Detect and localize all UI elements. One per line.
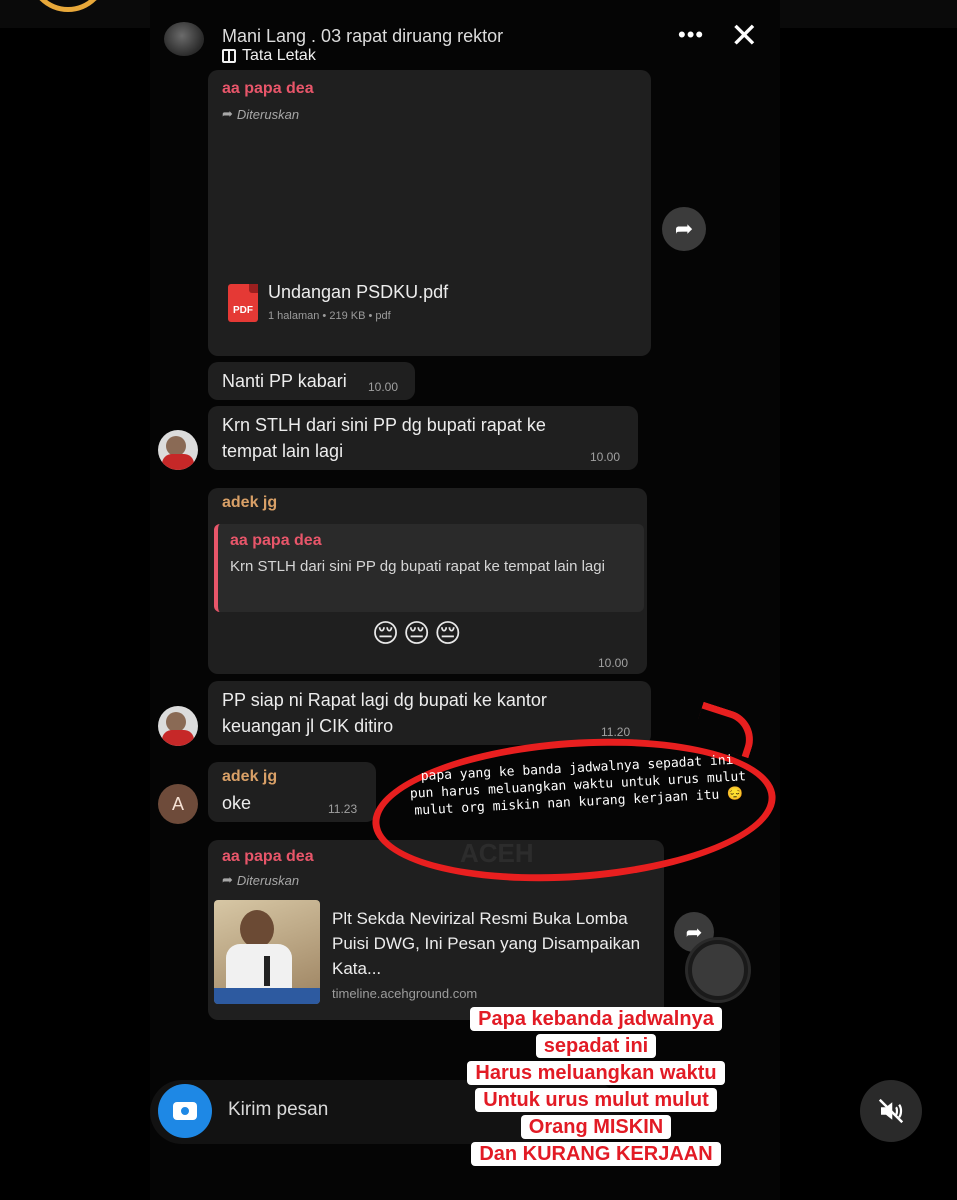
chat-title[interactable]: Mani Lang . 03 rapat diruang rektor xyxy=(222,26,503,47)
chat-header: Mani Lang . 03 rapat diruang rektor Tata… xyxy=(160,17,780,70)
sender-avatar[interactable]: A xyxy=(158,784,198,824)
link-thumbnail[interactable] xyxy=(214,900,320,1004)
message-text: oke xyxy=(222,793,252,813)
sender-name: aa papa dea xyxy=(222,80,314,97)
message-bubble[interactable]: Krn STLH dari sini PP dg bupati rapat ke… xyxy=(208,406,638,470)
message-forwarded-pdf[interactable]: aa papa dea ➦ Diteruskan PDF Undangan PS… xyxy=(208,70,651,356)
link-domain: timeline.acehground.com xyxy=(332,986,478,1001)
forward-arrow-icon: ➦ xyxy=(222,106,233,121)
sender-name: aa papa dea xyxy=(222,848,314,865)
quoted-sender: aa papa dea xyxy=(230,532,322,549)
message-text: Nanti PP kabari xyxy=(222,371,347,391)
share-arrow-icon: ➦ xyxy=(674,216,694,241)
camera-icon xyxy=(173,1102,197,1120)
layout-icon xyxy=(222,49,236,63)
link-title[interactable]: Plt Sekda Nevirizal Resmi Buka Lomba Pui… xyxy=(332,906,652,981)
caption-line: Untuk urus mulut mulut xyxy=(475,1088,717,1112)
speaker-muted-icon xyxy=(878,1098,904,1124)
message-time: 11.20 xyxy=(601,725,631,739)
caption-line: sepadat ini xyxy=(535,1034,657,1058)
message-time: 10.00 xyxy=(368,380,399,394)
more-dots-icon[interactable]: ••• xyxy=(678,22,704,48)
message-time: 10.00 xyxy=(590,450,621,464)
caption-line: Dan KURANG KERJAAN xyxy=(471,1142,721,1166)
record-button[interactable] xyxy=(688,940,748,1000)
message-reply[interactable]: adek jg aa papa dea Krn STLH dari sini P… xyxy=(208,488,647,674)
story-caption: Papa kebanda jadwalnya sepadat ini Harus… xyxy=(428,1006,764,1168)
share-button[interactable]: ➦ xyxy=(662,207,706,251)
forwarded-label: ➦ Diteruskan xyxy=(222,872,300,888)
message-input[interactable]: Kirim pesan xyxy=(228,1099,328,1121)
close-icon[interactable]: ✕ xyxy=(730,16,759,56)
forwarded-label: ➦ Diteruskan xyxy=(222,106,300,122)
message-bubble[interactable]: Nanti PP kabari 10.00 xyxy=(208,362,415,400)
sender-name: adek jg xyxy=(222,494,278,511)
file-meta: 1 halaman • 219 KB • pdf xyxy=(268,310,391,322)
mute-button[interactable] xyxy=(860,1080,922,1142)
message-bubble[interactable]: adek jg oke 11.23 xyxy=(208,762,376,822)
layout-toggle[interactable]: Tata Letak xyxy=(222,47,316,65)
sender-avatar[interactable] xyxy=(158,430,198,470)
caption-line: Harus meluangkan waktu xyxy=(467,1061,725,1085)
group-avatar[interactable] xyxy=(164,22,204,56)
message-time: 11.23 xyxy=(328,802,358,816)
layout-label: Tata Letak xyxy=(242,47,316,64)
caption-line: Orang MISKIN xyxy=(520,1115,672,1139)
sender-name: adek jg xyxy=(222,768,278,785)
file-name[interactable]: Undangan PSDKU.pdf xyxy=(268,282,448,303)
quoted-text: Krn STLH dari sini PP dg bupati rapat ke… xyxy=(230,558,605,575)
quoted-message[interactable]: aa papa dea Krn STLH dari sini PP dg bup… xyxy=(214,524,644,612)
caption-line: Papa kebanda jadwalnya xyxy=(470,1007,722,1031)
sender-avatar[interactable] xyxy=(158,706,198,746)
message-bubble[interactable]: PP siap ni Rapat lagi dg bupati ke kanto… xyxy=(208,681,651,745)
emoji-reactions: 😔😔😔 xyxy=(372,618,466,648)
message-text: PP siap ni Rapat lagi dg bupati ke kanto… xyxy=(222,690,547,736)
story-ring-icon xyxy=(28,0,108,12)
message-text: Krn STLH dari sini PP dg bupati rapat ke… xyxy=(222,415,546,461)
message-time: 10.00 xyxy=(598,656,629,670)
pdf-file-icon: PDF xyxy=(228,284,258,322)
camera-button[interactable] xyxy=(158,1084,212,1138)
share-arrow-icon: ➦ xyxy=(685,921,703,944)
forward-arrow-icon: ➦ xyxy=(222,872,233,887)
